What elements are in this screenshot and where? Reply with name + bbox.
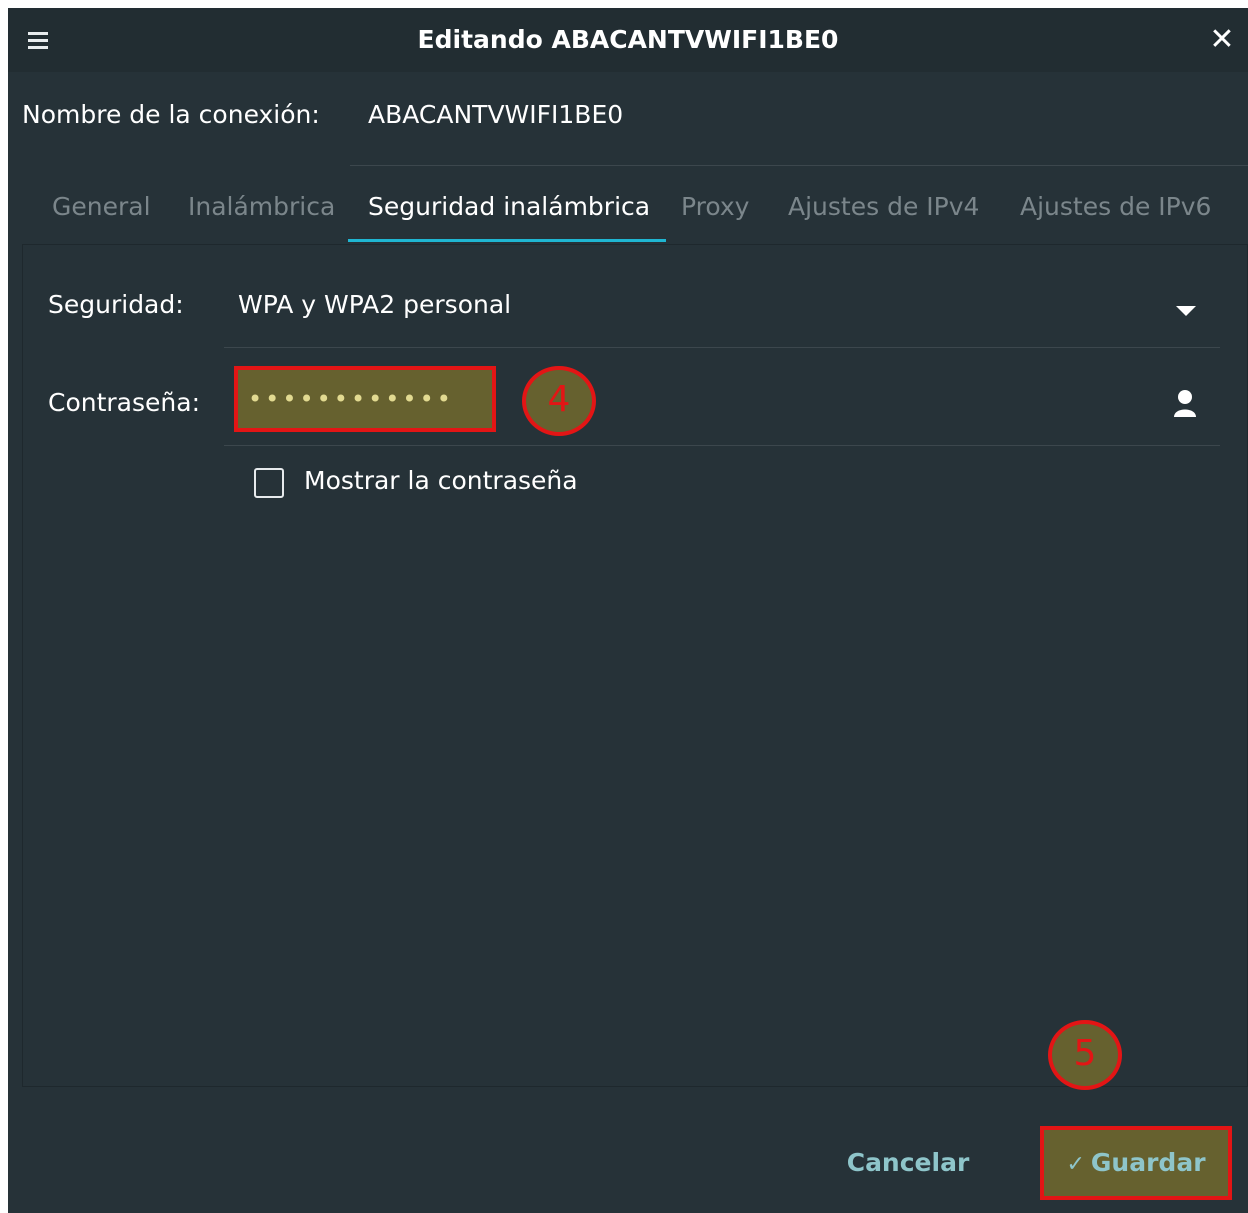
tab-ajustes-ipv6[interactable]: Ajustes de IPv6: [1020, 192, 1211, 221]
tab-seguridad-inalambrica[interactable]: Seguridad inalámbrica: [368, 192, 650, 221]
show-password-label[interactable]: Mostrar la contraseña: [304, 466, 578, 495]
cancel-button[interactable]: Cancelar: [838, 1138, 978, 1188]
show-password-checkbox[interactable]: [254, 468, 284, 498]
connection-name-value: ABACANTVWIFI1BE0: [368, 100, 624, 129]
title-bar: Editando ABACANTVWIFI1BE0 ✕: [8, 8, 1248, 72]
tab-inalambrica[interactable]: Inalámbrica: [188, 192, 335, 221]
save-button[interactable]: ✓ Guardar: [1040, 1126, 1232, 1200]
security-label: Seguridad:: [48, 290, 184, 319]
password-row: ••••••••••••: [224, 352, 1220, 446]
connection-editor-window: Editando ABACANTVWIFI1BE0 ✕ Nombre de la…: [8, 8, 1248, 1213]
save-button-label: Guardar: [1090, 1148, 1206, 1177]
step-5-badge: 5: [1048, 1020, 1122, 1090]
tab-general[interactable]: General: [52, 192, 151, 221]
window-title: Editando ABACANTVWIFI1BE0: [417, 25, 839, 54]
connection-name-label: Nombre de la conexión:: [22, 100, 320, 129]
password-input[interactable]: ••••••••••••: [234, 366, 496, 432]
step-4-badge: 4: [522, 366, 596, 436]
user-icon[interactable]: [1172, 388, 1198, 418]
security-dropdown[interactable]: WPA y WPA2 personal: [224, 276, 1220, 348]
security-selected-value: WPA y WPA2 personal: [238, 290, 512, 319]
active-tab-indicator: [348, 239, 666, 242]
tab-bar: General Inalámbrica Seguridad inalámbric…: [8, 178, 1248, 244]
close-icon[interactable]: ✕: [1204, 22, 1240, 58]
checkmark-icon: ✓: [1066, 1152, 1085, 1177]
tab-ajustes-ipv4[interactable]: Ajustes de IPv4: [788, 192, 979, 221]
connection-name-input[interactable]: ABACANTVWIFI1BE0: [350, 88, 1248, 166]
tab-proxy[interactable]: Proxy: [681, 192, 749, 221]
password-label: Contraseña:: [48, 388, 200, 417]
chevron-down-icon: [1176, 306, 1196, 316]
